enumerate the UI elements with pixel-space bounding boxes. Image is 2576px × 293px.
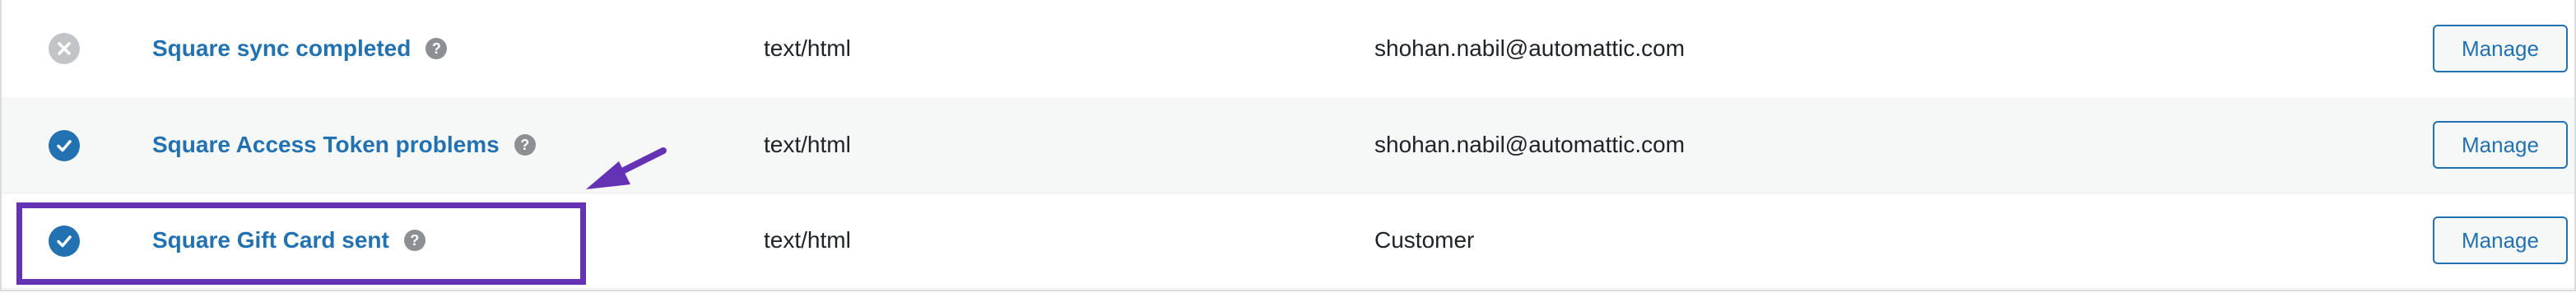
content-type: text/html xyxy=(764,132,851,157)
check-circle-icon xyxy=(49,130,80,161)
content-type: text/html xyxy=(764,227,851,253)
manage-button[interactable]: Manage xyxy=(2433,25,2568,72)
email-title-cell: Square Access Token problems ? xyxy=(152,97,536,193)
email-title-cell: Square sync completed ? xyxy=(152,0,448,97)
recipient: Customer xyxy=(1374,227,1475,253)
recipient: shohan.nabil@automattic.com xyxy=(1374,132,1686,157)
content-type: text/html xyxy=(764,35,851,61)
recipient: shohan.nabil@automattic.com xyxy=(1374,35,1686,61)
x-circle-icon xyxy=(49,33,80,64)
help-icon[interactable]: ? xyxy=(425,38,448,59)
highlight-box xyxy=(16,202,586,285)
email-title-link[interactable]: Square Access Token problems xyxy=(152,132,500,158)
table-row: Square Access Token problems ? text/html… xyxy=(2,97,2574,193)
table-row: Square sync completed ? text/html shohan… xyxy=(2,0,2574,98)
email-title-link[interactable]: Square sync completed xyxy=(152,35,411,62)
manage-button[interactable]: Manage xyxy=(2433,121,2568,169)
help-icon[interactable]: ? xyxy=(514,134,536,156)
manage-button[interactable]: Manage xyxy=(2433,216,2568,264)
